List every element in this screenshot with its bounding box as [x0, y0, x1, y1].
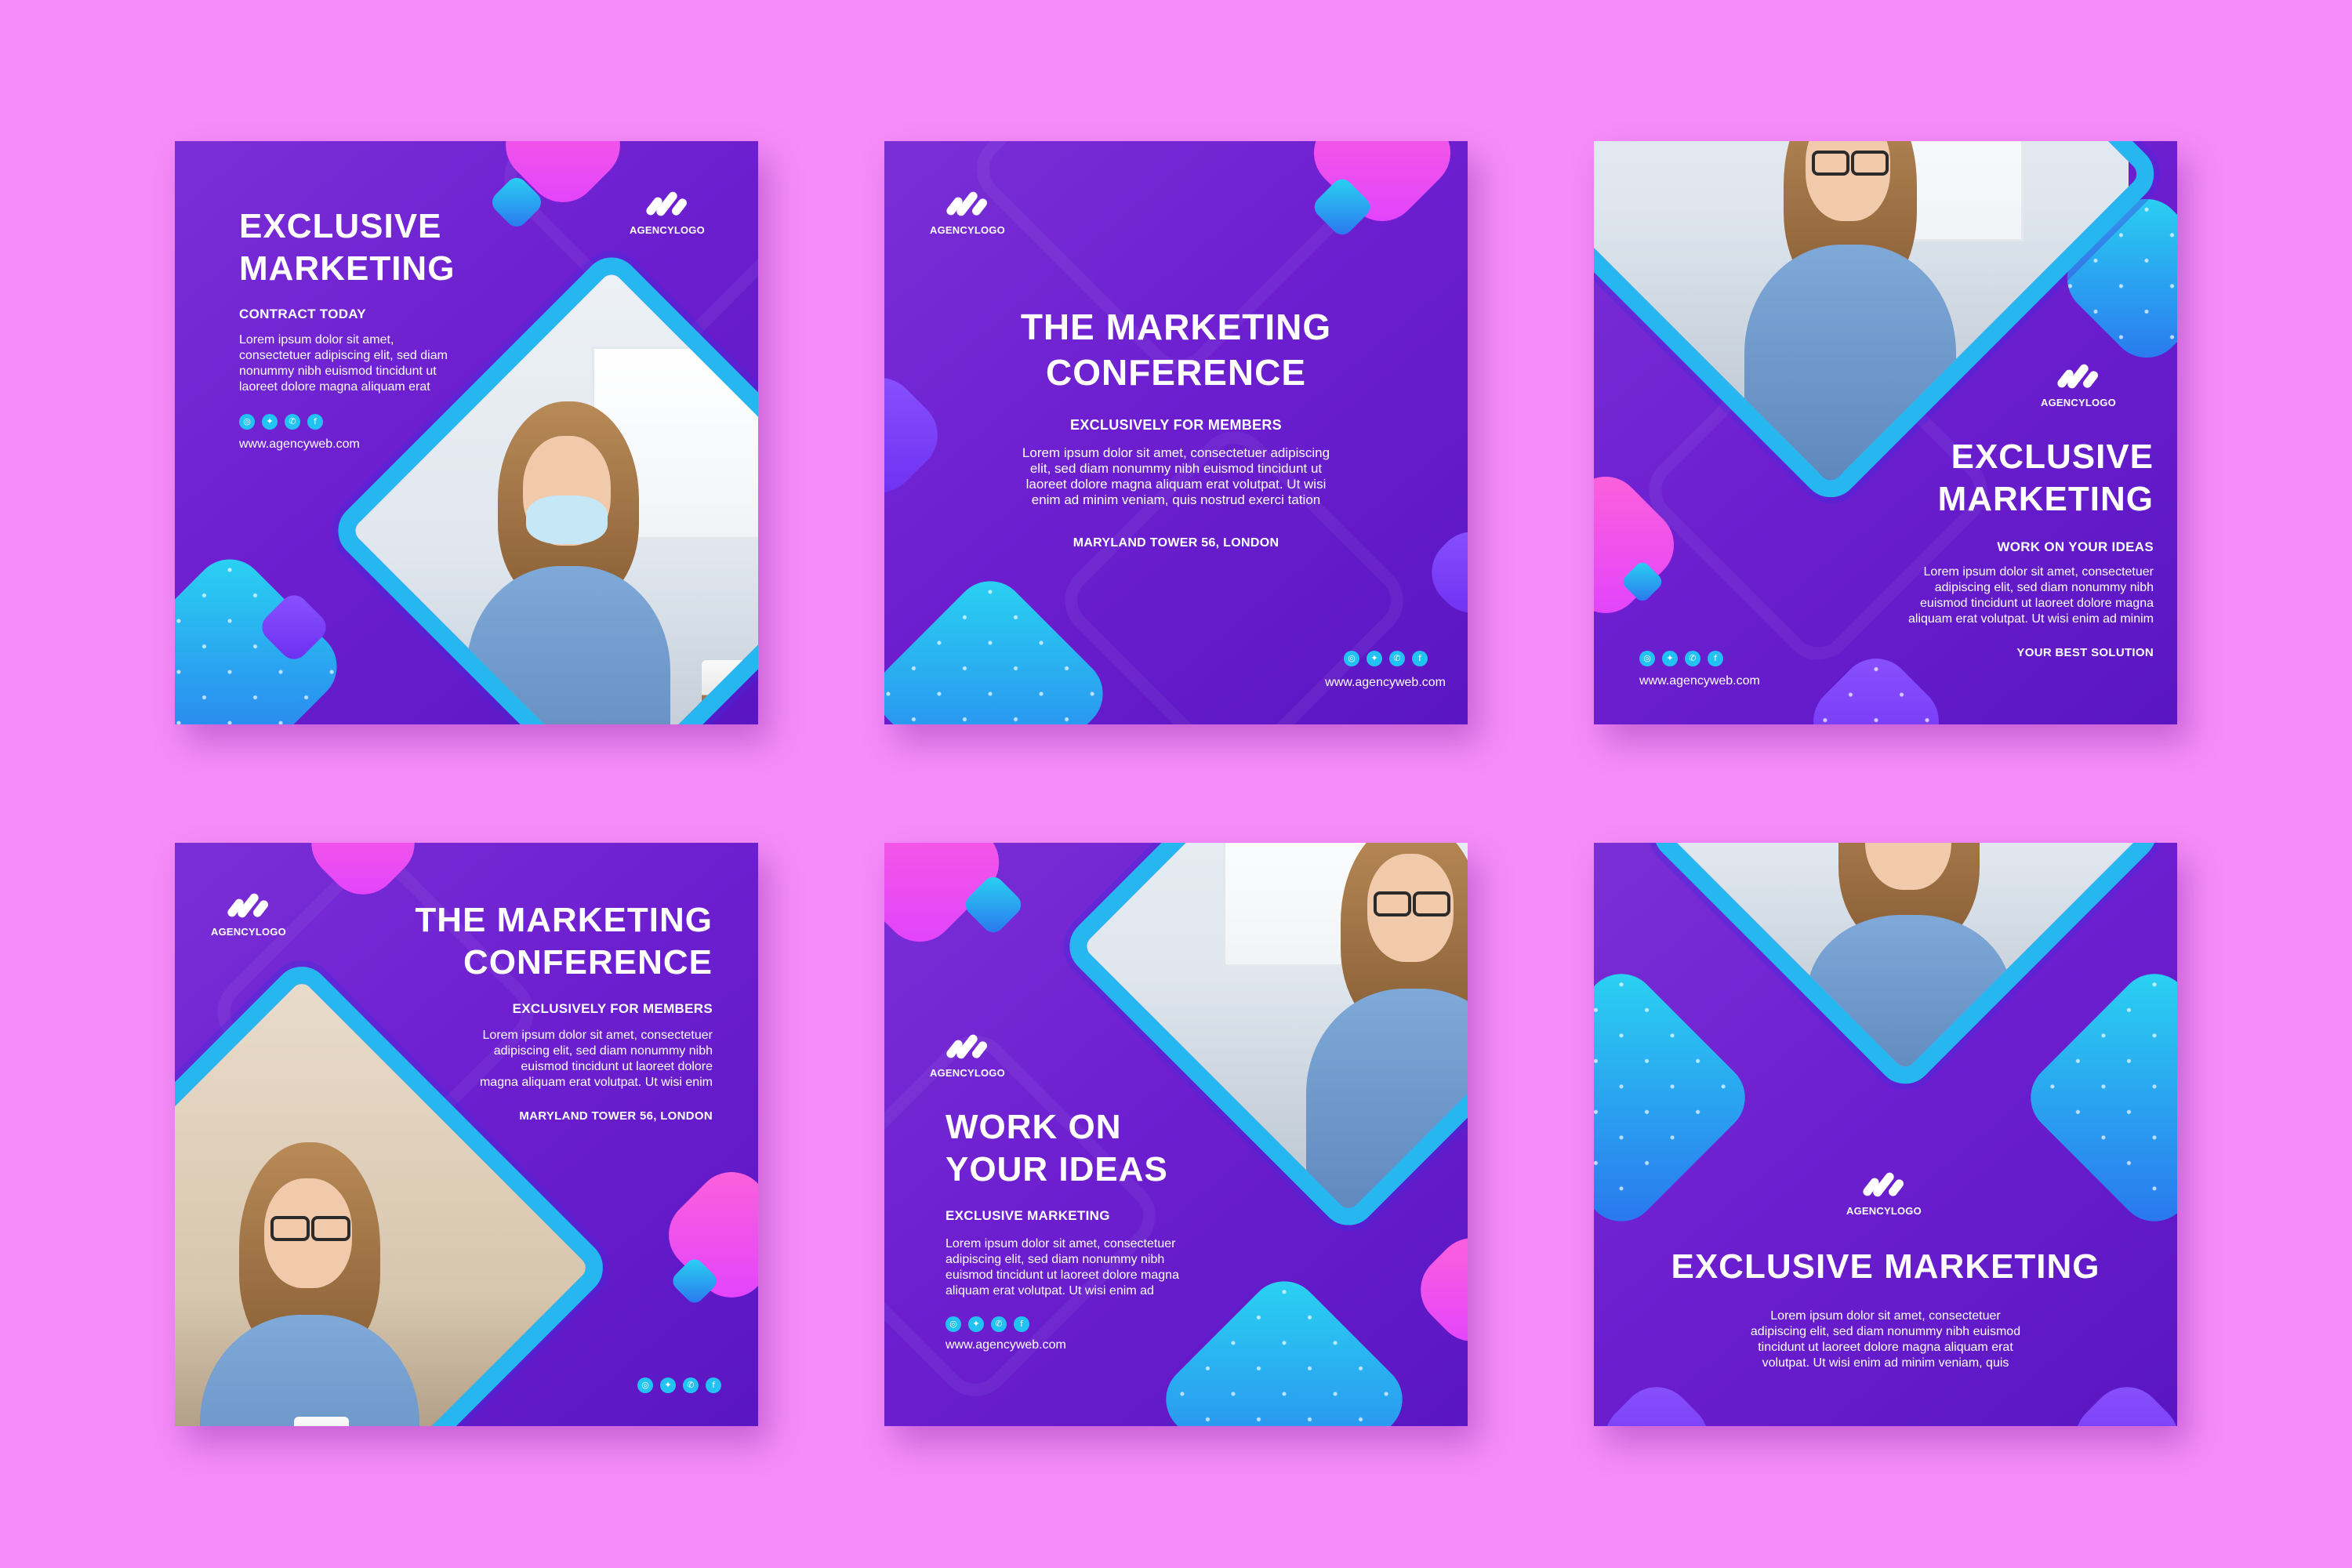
decor-cyan-dotted — [1594, 959, 1760, 1236]
photo-person-masked-woman — [451, 386, 686, 724]
facebook-icon[interactable]: f — [1014, 1316, 1029, 1332]
social-icons: ◎ ✦ ✆ f — [946, 1316, 1029, 1332]
facebook-icon[interactable]: f — [706, 1377, 721, 1393]
post-tagline: YOUR BEST SOLUTION — [2016, 646, 2154, 659]
post-exclusive-marketing-1: EXCLUSIVE MARKETING CONTRACT TODAY Lorem… — [175, 141, 758, 724]
whatsapp-icon[interactable]: ✆ — [1389, 651, 1405, 666]
facebook-icon[interactable]: f — [1412, 651, 1428, 666]
facebook-icon[interactable]: f — [1708, 651, 1723, 666]
agency-logo: AGENCYLOGO — [1846, 1169, 1922, 1217]
post-title: THE MARKETING CONFERENCE — [415, 901, 713, 982]
twitter-icon[interactable]: ✦ — [968, 1316, 984, 1332]
whatsapp-icon[interactable]: ✆ — [991, 1316, 1007, 1332]
post-title: EXCLUSIVE MARKETING — [1671, 1247, 2100, 1286]
decor-violet-shape — [2060, 1372, 2177, 1426]
logo-mark-icon — [644, 188, 689, 220]
post-location: MARYLAND TOWER 56, LONDON — [1073, 536, 1279, 550]
post-title: EXCLUSIVE MARKETING — [1937, 437, 2154, 518]
logo-mark-icon — [945, 1031, 989, 1062]
post-subtitle: EXCLUSIVELY FOR MEMBERS — [512, 1001, 713, 1016]
website-url[interactable]: www.agencyweb.com — [946, 1338, 1066, 1352]
twitter-icon[interactable]: ✦ — [660, 1377, 676, 1393]
instagram-icon[interactable]: ◎ — [946, 1316, 961, 1332]
instagram-icon[interactable]: ◎ — [1344, 651, 1359, 666]
post-title: THE MARKETING CONFERENCE — [1020, 307, 1332, 393]
post-location: MARYLAND TOWER 56, LONDON — [519, 1109, 713, 1123]
post-exclusive-marketing-2: AGENCYLOGO EXCLUSIVE MARKETING WORK ON Y… — [1594, 141, 2177, 724]
post-subtitle: EXCLUSIVE MARKETING — [946, 1208, 1110, 1223]
social-icons: ◎ ✦ ✆ f — [239, 414, 323, 430]
agency-logo: AGENCYLOGO — [630, 188, 705, 236]
post-body: Lorem ipsum dolor sit amet, consectetuer… — [1907, 565, 2154, 626]
post-body: Lorem ipsum dolor sit amet, consectetuer … — [239, 333, 448, 394]
photo-person-woman-handshake — [1294, 843, 1468, 1216]
social-icons: ◎ ✦ ✆ f — [637, 1377, 721, 1393]
instagram-icon[interactable]: ◎ — [1639, 651, 1655, 666]
website-url[interactable]: www.agencyweb.com — [239, 437, 360, 452]
decor-violet-shape — [1417, 517, 1468, 628]
logo-mark-icon — [226, 890, 270, 921]
post-subtitle: CONTRACT TODAY — [239, 307, 366, 321]
whatsapp-icon[interactable]: ✆ — [1685, 651, 1700, 666]
post-marketing-conference-2: AGENCYLOGO THE MARKETING CONFERENCE EXCL… — [175, 843, 758, 1426]
decor-pink-shape — [1406, 1223, 1468, 1356]
twitter-icon[interactable]: ✦ — [262, 414, 278, 430]
twitter-icon[interactable]: ✦ — [1662, 651, 1678, 666]
instagram-icon[interactable]: ◎ — [239, 414, 255, 430]
whatsapp-icon[interactable]: ✆ — [285, 414, 300, 430]
twitter-icon[interactable]: ✦ — [1367, 651, 1382, 666]
social-icons: ◎ ✦ ✆ f — [1639, 651, 1723, 666]
post-marketing-conference-1: AGENCYLOGO THE MARKETING CONFERENCE EXCL… — [884, 141, 1468, 724]
photo-person-woman-smiling — [1791, 843, 2027, 1087]
post-body: Lorem ipsum dolor sit amet, consectetuer… — [1750, 1309, 2021, 1370]
social-icons: ◎ ✦ ✆ f — [1344, 651, 1428, 666]
post-subtitle: EXCLUSIVELY FOR MEMBERS — [1070, 417, 1282, 433]
photo-person-woman-fistbump — [184, 1134, 435, 1426]
post-title: EXCLUSIVE MARKETING — [239, 207, 456, 288]
whatsapp-icon[interactable]: ✆ — [683, 1377, 699, 1393]
agency-logo: AGENCYLOGO — [211, 890, 286, 938]
post-body: Lorem ipsum dolor sit amet, consectetuer… — [946, 1237, 1179, 1298]
post-work-on-your-ideas: AGENCYLOGO WORK ON YOUR IDEAS EXCLUSIVE … — [884, 843, 1468, 1426]
decor-violet-shape — [1594, 1372, 1723, 1426]
facebook-icon[interactable]: f — [307, 414, 323, 430]
logo-mark-icon — [945, 188, 989, 220]
website-url[interactable]: www.agencyweb.com — [1639, 674, 1760, 688]
logo-mark-icon — [2056, 361, 2100, 392]
agency-logo: AGENCYLOGO — [930, 188, 1005, 236]
post-body: Lorem ipsum dolor sit amet, consectetuer… — [479, 1029, 713, 1089]
post-title: WORK ON YOUR IDEAS — [946, 1108, 1168, 1189]
instagram-icon[interactable]: ◎ — [637, 1377, 653, 1393]
post-body: Lorem ipsum dolor sit amet, consectetuer… — [1022, 445, 1330, 507]
post-exclusive-marketing-3: AGENCYLOGO EXCLUSIVE MARKETING Lorem ips… — [1594, 843, 2177, 1426]
post-subtitle: WORK ON YOUR IDEAS — [1997, 539, 2154, 554]
website-url[interactable]: www.agencyweb.com — [1198, 676, 1446, 690]
logo-mark-icon — [1861, 1169, 1906, 1200]
decor-cyan-dotted — [2016, 959, 2177, 1236]
agency-logo: AGENCYLOGO — [2041, 361, 2116, 408]
decor-cyan-dotted — [1151, 1266, 1417, 1426]
agency-logo: AGENCYLOGO — [930, 1031, 1005, 1079]
